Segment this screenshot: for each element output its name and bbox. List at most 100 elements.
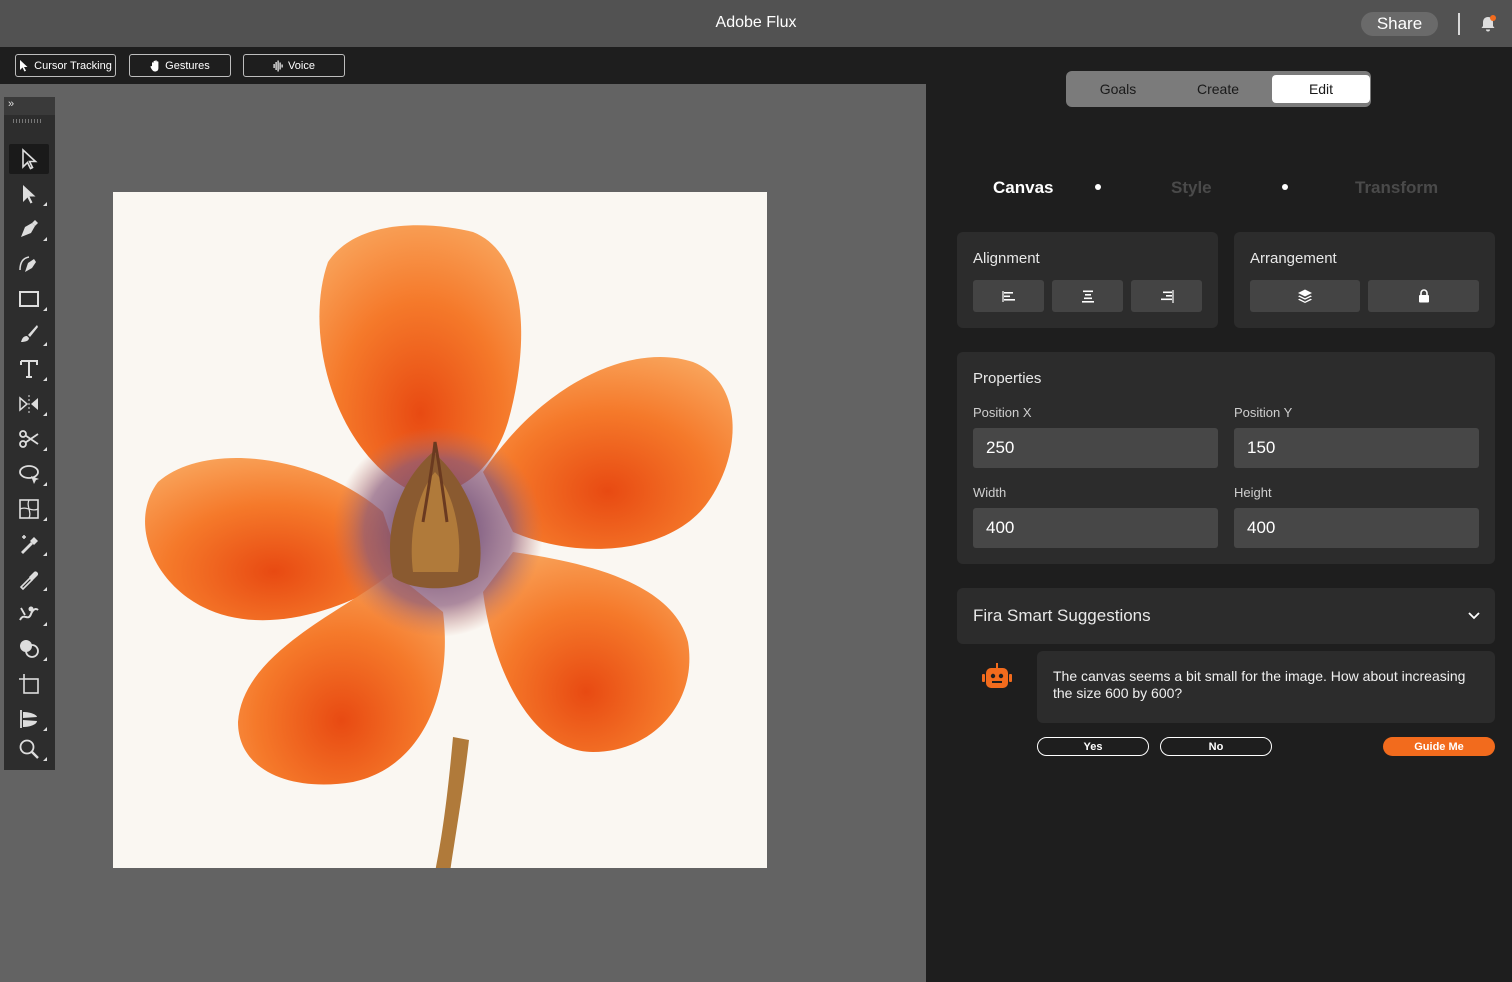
layers-icon [1298, 289, 1312, 303]
hand-icon [150, 59, 159, 71]
app-title: Adobe Flux [715, 14, 797, 31]
align-left-button[interactable] [973, 280, 1044, 312]
tab-edit[interactable]: Edit [1272, 75, 1370, 103]
reflect-tool[interactable] [9, 389, 49, 419]
voice-label: Voice [288, 59, 315, 72]
tab-create[interactable]: Create [1169, 75, 1267, 103]
chevron-down-icon[interactable] [1467, 608, 1481, 622]
tool-flyout-indicator [43, 622, 47, 626]
position-x-input[interactable]: 250 [973, 428, 1218, 468]
position-x-label: Position X [973, 405, 1032, 420]
share-button[interactable]: Share [1361, 12, 1438, 36]
reflect-icon [19, 395, 38, 413]
guide-me-button[interactable]: Guide Me [1383, 737, 1495, 756]
shape-builder-tool[interactable] [9, 634, 49, 664]
tool-flyout-indicator [43, 727, 47, 731]
eyedropper-tool[interactable] [9, 564, 49, 594]
smart-suggestions-header[interactable]: Fira Smart Suggestions [957, 588, 1495, 644]
tab-goals[interactable]: Goals [1069, 75, 1167, 103]
selection-tool[interactable] [9, 144, 49, 174]
subtab-style[interactable]: Style [1171, 178, 1212, 198]
artboard-tool[interactable] [9, 669, 49, 699]
tool-flyout-indicator [43, 757, 47, 761]
subtab-transform[interactable]: Transform [1355, 178, 1438, 198]
tool-flyout-indicator [43, 377, 47, 381]
eyedropper-plus-tool[interactable] [9, 529, 49, 559]
pen-tool[interactable] [9, 214, 49, 244]
gestures-button[interactable]: Gestures [129, 54, 231, 77]
tool-flyout-indicator [43, 447, 47, 451]
artboard[interactable] [113, 192, 767, 868]
position-y-input[interactable]: 150 [1234, 428, 1479, 468]
panel-grip[interactable] [13, 119, 43, 123]
arrange-layers-button[interactable] [1250, 280, 1360, 312]
yes-button[interactable]: Yes [1037, 737, 1149, 756]
eyedropper-plus-icon [21, 535, 38, 554]
robot-assistant-icon [982, 663, 1012, 688]
notification-bell-icon[interactable] [1478, 14, 1498, 34]
align-right-button[interactable] [1131, 280, 1202, 312]
zoom-icon [19, 739, 39, 759]
voice-button[interactable]: Voice [243, 54, 345, 77]
suggestion-message: The canvas seems a bit small for the ima… [1037, 651, 1495, 723]
mode-segmented-control: Goals Create Edit [1066, 71, 1371, 107]
align-center-icon [1081, 290, 1094, 303]
scissors-tool[interactable] [9, 424, 49, 454]
align-center-button[interactable] [1052, 280, 1123, 312]
lasso-icon [19, 465, 39, 484]
tool-panel: » [4, 97, 55, 770]
tool-flyout-indicator [43, 412, 47, 416]
direct-selection-tool[interactable] [9, 179, 49, 209]
title-divider [1458, 13, 1460, 35]
puppet-warp-icon [19, 606, 39, 621]
mesh-tool[interactable] [9, 494, 49, 524]
align-right-icon [1160, 290, 1174, 303]
arrangement-title: Arrangement [1250, 250, 1337, 267]
width-label: Width [973, 485, 1007, 500]
expand-panel-icon[interactable]: » [8, 98, 14, 110]
lock-icon [1418, 289, 1429, 303]
tool-flyout-indicator [43, 202, 47, 206]
tool-panel-header[interactable]: » [4, 97, 55, 115]
lasso-tool[interactable] [9, 459, 49, 489]
tool-flyout-indicator [43, 517, 47, 521]
height-label: Height [1234, 485, 1272, 500]
width-tool-icon [20, 710, 37, 728]
no-button[interactable]: No [1160, 737, 1272, 756]
tool-flyout-indicator [43, 482, 47, 486]
width-input[interactable]: 400 [973, 508, 1218, 548]
paintbrush-icon [21, 325, 38, 342]
waveform-icon [273, 60, 283, 71]
lock-button[interactable] [1368, 280, 1479, 312]
title-bar: Adobe Flux Share [0, 0, 1512, 47]
selection-arrow-icon [22, 148, 38, 170]
type-icon [20, 360, 38, 378]
artboard-icon [19, 674, 39, 694]
paintbrush-tool[interactable] [9, 319, 49, 349]
scissors-icon [19, 430, 39, 448]
smart-suggestions-title: Fira Smart Suggestions [973, 606, 1151, 625]
mesh-icon [19, 499, 39, 519]
subtab-canvas[interactable]: Canvas [993, 178, 1053, 198]
canvas-area[interactable] [0, 84, 926, 982]
direct-selection-icon [23, 185, 36, 204]
rectangle-icon [19, 291, 39, 307]
mode-bar: Cursor Tracking Gestures Voice [0, 47, 926, 84]
tool-flyout-indicator [43, 657, 47, 661]
width-tool[interactable] [9, 704, 49, 734]
eyedropper-icon [19, 571, 38, 591]
position-y-label: Position Y [1234, 405, 1293, 420]
curvature-pen-icon [19, 256, 36, 272]
tool-flyout-indicator [43, 587, 47, 591]
arrangement-card: Arrangement [1234, 232, 1495, 328]
curvature-tool[interactable] [9, 249, 49, 279]
type-tool[interactable] [9, 354, 49, 384]
pen-icon [21, 220, 38, 237]
watercolor-flower-image[interactable] [113, 192, 767, 868]
zoom-tool[interactable] [9, 734, 49, 764]
cursor-tracking-button[interactable]: Cursor Tracking [15, 54, 116, 77]
puppet-warp-tool[interactable] [9, 599, 49, 629]
rectangle-tool[interactable] [9, 284, 49, 314]
height-input[interactable]: 400 [1234, 508, 1479, 548]
alignment-card: Alignment [957, 232, 1218, 328]
